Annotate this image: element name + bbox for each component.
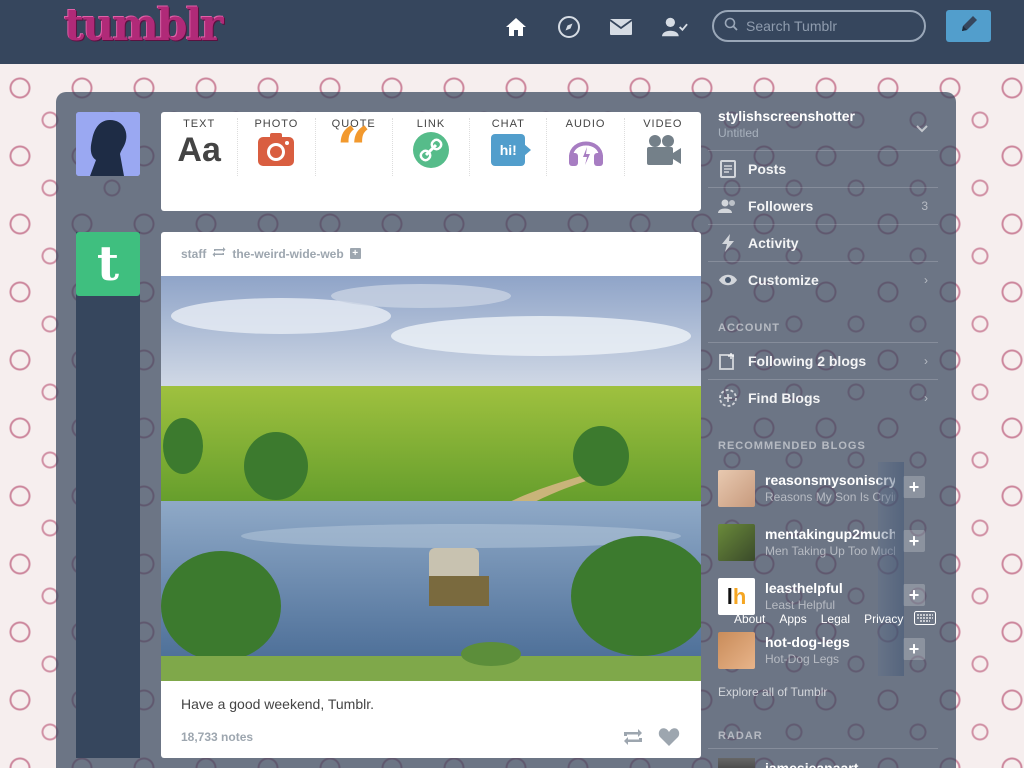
- radar-heading: RADAR: [718, 730, 763, 742]
- follow-button[interactable]: +: [903, 584, 925, 606]
- follow-button[interactable]: +: [903, 638, 925, 660]
- post-type-link[interactable]: LINK: [393, 118, 471, 176]
- reblog-button[interactable]: [621, 726, 645, 748]
- top-navigation-bar: tumblr: [0, 0, 1024, 64]
- keyboard-icon[interactable]: [914, 611, 936, 625]
- post-rail: [76, 232, 140, 758]
- activity-lightning-icon: [718, 233, 738, 253]
- chevron-right-icon: ›: [924, 354, 928, 368]
- follow-plus-icon[interactable]: +: [349, 248, 361, 259]
- dashboard-post: staff the-weird-wide-web + Have a good w…: [161, 232, 701, 758]
- follow-button[interactable]: +: [903, 530, 925, 552]
- staff-avatar[interactable]: t: [76, 232, 140, 296]
- blog-name[interactable]: stylishscreenshotter: [718, 108, 855, 124]
- reblogged-from[interactable]: the-weird-wide-web: [232, 247, 343, 261]
- post-type-audio[interactable]: AUDIO: [547, 118, 625, 176]
- inbox-mail-icon[interactable]: [608, 14, 634, 40]
- recommended-blog-avatar: [718, 632, 755, 669]
- footer-link-apps[interactable]: Apps: [779, 612, 806, 626]
- footer-links: About Apps Legal Privacy: [734, 612, 903, 626]
- footer-link-privacy[interactable]: Privacy: [864, 612, 903, 626]
- recommended-blog-avatar: [718, 470, 755, 507]
- video-camera-icon: [643, 132, 683, 168]
- sidebar-item-posts[interactable]: Posts: [708, 150, 938, 187]
- text-icon: Aa: [177, 131, 221, 169]
- footer-link-about[interactable]: About: [734, 612, 765, 626]
- search-input[interactable]: [746, 18, 916, 34]
- divider: [708, 748, 938, 749]
- like-heart-button[interactable]: [657, 726, 681, 748]
- search-box[interactable]: [712, 10, 926, 42]
- chevron-down-icon[interactable]: [916, 120, 928, 138]
- post-header: staff the-weird-wide-web +: [181, 246, 361, 261]
- reblog-icon: [212, 246, 226, 261]
- radar-blog-name[interactable]: jamesjeanaart: [765, 760, 858, 768]
- sidebar-item-find-blogs[interactable]: Find Blogs ›: [708, 379, 938, 416]
- headphones-icon: [566, 132, 606, 168]
- explore-link[interactable]: Explore all of Tumblr: [718, 685, 827, 699]
- post-type-quote[interactable]: QUOTE “: [316, 115, 393, 185]
- sidebar-item-activity[interactable]: Activity: [708, 224, 938, 261]
- compose-pencil-icon: [958, 13, 980, 40]
- post-caption: Have a good weekend, Tumblr.: [181, 696, 375, 712]
- home-icon[interactable]: [503, 14, 529, 40]
- sidebar-item-following[interactable]: Following 2 blogs ›: [708, 342, 938, 379]
- footer-link-legal[interactable]: Legal: [821, 612, 850, 626]
- blog-title: Untitled: [718, 126, 759, 140]
- sidebar-item-followers[interactable]: Followers 3: [708, 187, 938, 224]
- post-type-photo[interactable]: PHOTO: [238, 118, 316, 176]
- search-icon: [724, 17, 738, 36]
- recommended-blog-avatar: lh: [718, 578, 755, 615]
- eye-icon: [718, 270, 738, 290]
- tumblr-logo[interactable]: tumblr: [64, 0, 224, 51]
- follow-button[interactable]: +: [903, 476, 925, 498]
- post-author[interactable]: staff: [181, 247, 206, 261]
- post-type-chat[interactable]: CHAT hi!: [470, 118, 548, 176]
- account-heading: ACCOUNT: [718, 322, 780, 334]
- following-icon: [718, 351, 738, 371]
- recommended-blog-avatar: [718, 524, 755, 561]
- followers-icon: [718, 196, 738, 216]
- post-type-selector: TEXT Aa PHOTO QUOTE “ LINK CHAT hi! AUDI…: [161, 112, 701, 211]
- post-notes-count[interactable]: 18,733 notes: [181, 730, 253, 744]
- post-type-video[interactable]: VIDEO: [625, 118, 701, 176]
- radar-blog-avatar[interactable]: [718, 758, 755, 768]
- link-icon: [411, 132, 451, 168]
- explore-compass-icon[interactable]: [556, 14, 582, 40]
- camera-icon: [256, 132, 296, 168]
- post-type-text[interactable]: TEXT Aa: [161, 118, 239, 176]
- sidebar-item-customize[interactable]: Customize ›: [708, 261, 938, 298]
- compose-button[interactable]: [946, 10, 991, 42]
- posts-icon: [718, 159, 738, 179]
- find-blogs-icon: [718, 388, 738, 408]
- chevron-right-icon: ›: [924, 273, 928, 287]
- recommended-heading: RECOMMENDED BLOGS: [718, 440, 866, 452]
- post-image[interactable]: [161, 276, 701, 681]
- account-icon[interactable]: [662, 14, 688, 40]
- scroll-overlay: [878, 462, 904, 676]
- chevron-right-icon: ›: [924, 391, 928, 405]
- quote-icon: “: [336, 115, 371, 185]
- chat-bubble-icon: hi!: [488, 132, 532, 168]
- user-avatar[interactable]: [76, 112, 140, 176]
